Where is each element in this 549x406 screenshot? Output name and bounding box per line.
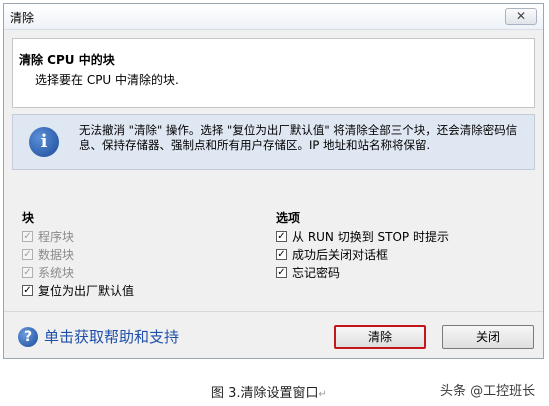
header-subtitle: 选择要在 CPU 中清除的块. [35, 73, 179, 87]
info-panel: i 无法撤消 "清除" 操作。选择 "复位为出厂默认值" 将清除全部三个块，还会… [12, 114, 535, 170]
header-title: 清除 CPU 中的块 [19, 53, 115, 67]
help-icon[interactable]: ? [18, 327, 38, 347]
blocks-section-label: 块 [22, 211, 35, 225]
checkbox-label: 从 RUN 切换到 STOP 时提示 [292, 229, 449, 244]
checkbox-label: 程序块 [38, 229, 75, 244]
clear-button[interactable]: 清除 [334, 325, 426, 349]
checkbox-icon: ✓ [22, 266, 33, 278]
footer-divider [4, 311, 543, 312]
close-icon[interactable]: ✕ [505, 8, 537, 25]
header-panel: 清除 CPU 中的块 选择要在 CPU 中清除的块. [12, 38, 535, 108]
clear-dialog: 清除 ✕ 清除 CPU 中的块 选择要在 CPU 中清除的块. i 无法撤消 "… [3, 3, 544, 359]
info-icon: i [29, 127, 59, 157]
checkbox-forgot-password[interactable]: ✓ 忘记密码 [276, 264, 340, 280]
checkbox-icon[interactable]: ✓ [276, 266, 287, 278]
checkbox-icon[interactable]: ✓ [276, 248, 287, 260]
options-section-label: 选项 [276, 211, 301, 225]
checkbox-program-block: ✓ 程序块 [22, 228, 74, 244]
checkbox-icon[interactable]: ✓ [276, 230, 287, 242]
caption-text: 图 3.清除设置窗口 [211, 386, 319, 401]
checkbox-icon: ✓ [22, 248, 33, 260]
watermark: 头条 @工控班长 [440, 384, 536, 399]
window-title: 清除 [10, 11, 35, 25]
info-text: 无法撤消 "清除" 操作。选择 "复位为出厂默认值" 将清除全部三个块，还会清除… [79, 123, 518, 152]
title-bar: 清除 ✕ [4, 4, 543, 30]
checkbox-reset-factory-defaults[interactable]: ✓ 复位为出厂默认值 [22, 282, 134, 298]
checkbox-label: 系统块 [38, 265, 75, 280]
checkbox-label: 复位为出厂默认值 [38, 283, 135, 298]
return-mark: ↵ [318, 389, 327, 400]
checkbox-icon[interactable]: ✓ [22, 284, 33, 296]
close-button[interactable]: 关闭 [442, 325, 534, 349]
help-link[interactable]: 单击获取帮助和支持 [44, 326, 179, 347]
figure-caption: 图 3.清除设置窗口↵ [211, 382, 327, 401]
checkbox-label: 数据块 [38, 247, 75, 262]
checkbox-icon: ✓ [22, 230, 33, 242]
checkbox-system-block: ✓ 系统块 [22, 264, 74, 280]
checkbox-label: 成功后关闭对话框 [292, 247, 389, 262]
checkbox-data-block: ✓ 数据块 [22, 246, 74, 262]
checkbox-close-on-success[interactable]: ✓ 成功后关闭对话框 [276, 246, 388, 262]
checkbox-prompt-run-to-stop[interactable]: ✓ 从 RUN 切换到 STOP 时提示 [276, 228, 449, 244]
checkbox-label: 忘记密码 [292, 265, 341, 280]
